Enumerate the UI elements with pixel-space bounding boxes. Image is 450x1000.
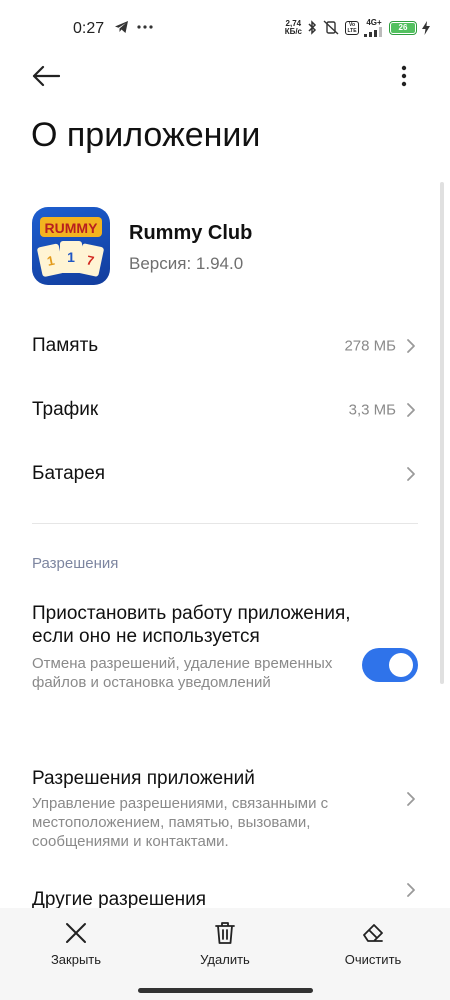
scrollbar[interactable] xyxy=(440,182,444,684)
app-permissions-title: Разрешения приложений xyxy=(32,768,255,789)
delete-button[interactable]: Удалить xyxy=(180,920,270,967)
toggle-knob xyxy=(389,653,413,677)
storage-value: 278 МБ xyxy=(344,337,396,355)
clear-button[interactable]: Очистить xyxy=(328,920,418,967)
chevron-right-icon xyxy=(407,339,415,353)
svg-text:RUMMY: RUMMY xyxy=(45,220,99,236)
battery-row[interactable]: Батарея xyxy=(0,445,450,503)
charging-icon xyxy=(422,20,430,35)
battery-label: Батарея xyxy=(32,463,106,484)
more-notifications-icon xyxy=(137,25,153,29)
page-title: О приложении xyxy=(31,116,261,154)
chevron-right-icon xyxy=(407,403,415,417)
chevron-right-icon xyxy=(407,792,415,806)
bottom-action-bar: Закрыть Удалить Очистить xyxy=(0,908,450,1000)
storage-label: Память xyxy=(32,335,99,356)
volte-icon: Vo LTE xyxy=(345,20,359,35)
app-permissions-description: Управление разрешениями, связанными с ме… xyxy=(32,795,329,850)
rummy-logo-icon: RUMMY 1 1 7 xyxy=(37,217,104,277)
more-vertical-icon xyxy=(401,65,407,87)
home-indicator[interactable] xyxy=(138,988,313,993)
app-name: Rummy Club xyxy=(129,222,253,244)
close-label: Закрыть xyxy=(50,952,102,967)
network-type: 4G+ xyxy=(366,18,382,27)
storage-row[interactable]: Память 278 МБ xyxy=(0,317,450,375)
app-icon: RUMMY 1 1 7 xyxy=(32,207,110,285)
bluetooth-icon xyxy=(308,20,317,35)
vibrate-off-icon xyxy=(323,20,339,35)
status-time: 0:27 xyxy=(73,20,105,37)
status-bar: 0:27 2,74 КБ/с Vo LTE 4G+ 26 xyxy=(0,0,450,58)
close-icon xyxy=(66,923,86,943)
traffic-row[interactable]: Трафик 3,3 МБ xyxy=(0,381,450,439)
close-button[interactable]: Закрыть xyxy=(31,920,121,967)
app-permissions-row[interactable]: Разрешения приложений Управление разреше… xyxy=(32,767,372,851)
battery-icon: 26 xyxy=(389,20,417,35)
delete-label: Удалить xyxy=(200,952,250,967)
trash-icon xyxy=(215,922,235,944)
pause-app-setting[interactable]: Приостановить работу приложения, если он… xyxy=(32,602,372,692)
clear-label: Очистить xyxy=(344,952,402,967)
traffic-value: 3,3 МБ xyxy=(348,401,396,419)
back-button[interactable] xyxy=(28,58,64,94)
divider xyxy=(32,523,418,524)
more-options-button[interactable] xyxy=(386,58,422,94)
svg-text:1: 1 xyxy=(67,249,75,265)
network-speed: 2,74 КБ/с xyxy=(284,18,302,36)
signal-icon xyxy=(364,27,382,37)
chevron-right-icon xyxy=(407,467,415,481)
eraser-icon xyxy=(363,924,383,942)
app-version: Версия: 1.94.0 xyxy=(129,254,244,273)
traffic-label: Трафик xyxy=(32,399,99,420)
permissions-section-title: Разрешения xyxy=(32,555,119,572)
arrow-left-icon xyxy=(32,65,60,87)
telegram-icon xyxy=(115,21,128,33)
pause-app-title: Приостановить работу приложения, если он… xyxy=(32,603,351,647)
pause-app-toggle[interactable] xyxy=(362,648,418,682)
chevron-right-icon xyxy=(407,883,415,897)
pause-app-description: Отмена разрешений, удаление временных фа… xyxy=(32,655,333,691)
